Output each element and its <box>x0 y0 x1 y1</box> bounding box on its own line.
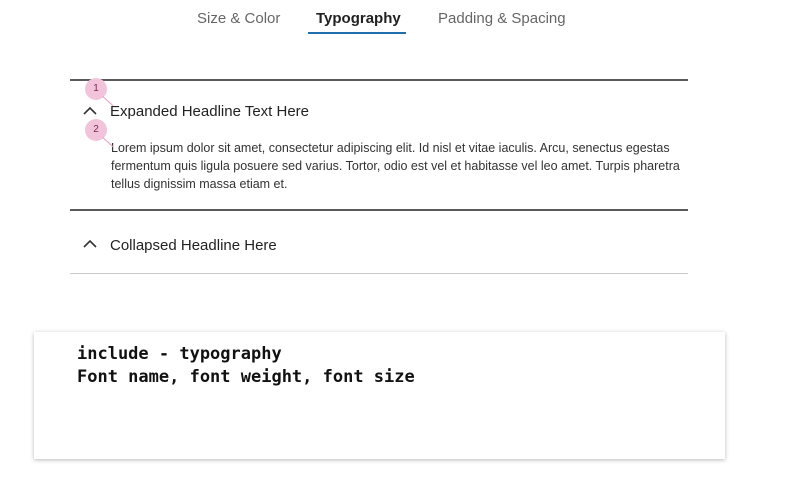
tab-bar: Size & Color Typography Padding & Spacin… <box>0 0 790 40</box>
tab-size-color[interactable]: Size & Color <box>197 10 280 27</box>
note-line-1: include - typography <box>77 344 282 364</box>
accordion-headline[interactable]: Expanded Headline Text Here <box>110 103 309 120</box>
accordion-body-text: Lorem ipsum dolor sit amet, consectetur … <box>111 141 680 191</box>
note-line-2: Font name, font weight, font size <box>77 367 415 387</box>
tab-padding-spacing[interactable]: Padding & Spacing <box>438 10 566 27</box>
chevron-up-icon[interactable] <box>82 238 98 250</box>
accordion-item-expanded[interactable]: Expanded Headline Text Here Lorem ipsum … <box>70 79 688 209</box>
tab-typography[interactable]: Typography <box>316 10 401 27</box>
accordion-item-collapsed[interactable]: Collapsed Headline Here <box>70 209 688 274</box>
accordion: Expanded Headline Text Here Lorem ipsum … <box>70 79 688 274</box>
accordion-headline[interactable]: Collapsed Headline Here <box>110 237 277 254</box>
note-card: include - typography Font name, font wei… <box>34 332 725 459</box>
chevron-up-icon[interactable] <box>82 105 98 117</box>
active-tab-indicator <box>308 32 406 34</box>
